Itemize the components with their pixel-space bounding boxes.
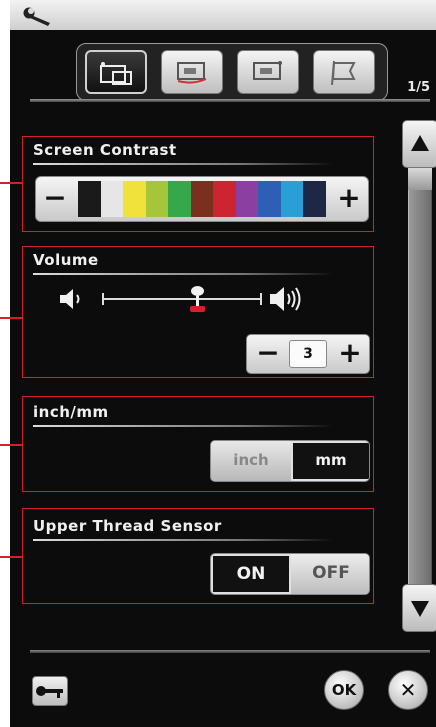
display-settings-icon <box>253 61 282 80</box>
page-indicator: 1/5 <box>407 80 430 95</box>
contrast-swatches <box>78 181 327 217</box>
contrast-swatch <box>280 181 304 217</box>
contrast-swatch <box>78 181 101 217</box>
tab-language[interactable] <box>313 50 375 94</box>
machine-settings-icon <box>100 62 132 85</box>
contrast-swatch <box>213 181 236 217</box>
embroidery-settings-icon <box>177 62 207 84</box>
speaker-low-icon <box>60 289 80 309</box>
settings-screen: 1/5 Screen Contrast − + Volume − 3 + inc… <box>0 0 436 727</box>
contrast-swatch <box>123 181 146 217</box>
volume-increase-button[interactable]: + <box>331 335 369 373</box>
tab-embroidery-settings[interactable] <box>161 50 223 94</box>
scrollbar-track[interactable] <box>408 168 432 584</box>
unit-inch-button[interactable]: inch <box>211 441 291 481</box>
tab-machine-settings[interactable] <box>85 50 147 94</box>
contrast-swatch <box>258 181 281 217</box>
section-underline <box>33 163 333 165</box>
lock-key-button[interactable] <box>32 676 68 706</box>
scroll-down-button[interactable] <box>402 584 436 632</box>
slider-tick <box>260 293 262 305</box>
slider-tick <box>102 293 104 305</box>
section-underline <box>33 539 333 541</box>
section-underline <box>33 273 333 275</box>
volume-decrease-button[interactable]: − <box>249 335 287 373</box>
callout-line <box>0 317 22 319</box>
contrast-swatch <box>190 181 214 217</box>
contrast-increase-button[interactable]: + <box>334 177 364 221</box>
thread-sensor-toggle: ON OFF <box>210 553 370 595</box>
volume-slider-track[interactable] <box>102 298 262 300</box>
language-flag-icon <box>331 60 356 85</box>
callout-line <box>0 182 22 184</box>
contrast-swatch <box>145 181 169 217</box>
divider <box>30 99 430 102</box>
contrast-swatch <box>303 181 327 217</box>
volume-stepper: − 3 + <box>246 334 370 374</box>
sensor-on-button[interactable]: ON <box>211 554 291 594</box>
volume-slider-knob-base <box>190 306 205 312</box>
callout-line <box>0 444 22 446</box>
contrast-decrease-button[interactable]: − <box>40 177 70 221</box>
close-button[interactable]: ✕ <box>388 670 428 710</box>
arrow-down-icon <box>411 601 429 617</box>
section-title: Volume <box>33 251 99 269</box>
title-bar <box>10 0 436 30</box>
tab-display-settings[interactable] <box>237 50 299 94</box>
contrast-swatch <box>168 181 191 217</box>
section-title: Upper Thread Sensor <box>33 517 222 535</box>
section-title: Screen Contrast <box>33 141 177 159</box>
contrast-swatch <box>235 181 259 217</box>
contrast-swatch <box>100 181 124 217</box>
scroll-up-button[interactable] <box>402 120 436 168</box>
section-title: inch/mm <box>33 403 109 421</box>
callout-line <box>0 556 22 558</box>
section-underline <box>33 425 333 427</box>
arrow-up-icon <box>411 135 429 151</box>
ok-button[interactable]: OK <box>324 670 364 710</box>
scrollbar-thumb[interactable] <box>408 168 432 190</box>
wrench-icon <box>23 7 50 26</box>
unit-toggle: inch mm <box>210 440 370 482</box>
tab-bar <box>76 43 388 101</box>
speaker-high-icon <box>270 287 301 311</box>
unit-mm-button[interactable]: mm <box>291 441 369 481</box>
screen-contrast-section: Screen Contrast − + <box>22 136 374 232</box>
key-icon <box>36 686 63 698</box>
volume-value: 3 <box>289 340 327 368</box>
contrast-control: − + <box>35 176 369 222</box>
sensor-off-button[interactable]: OFF <box>291 554 369 594</box>
divider <box>30 650 430 653</box>
